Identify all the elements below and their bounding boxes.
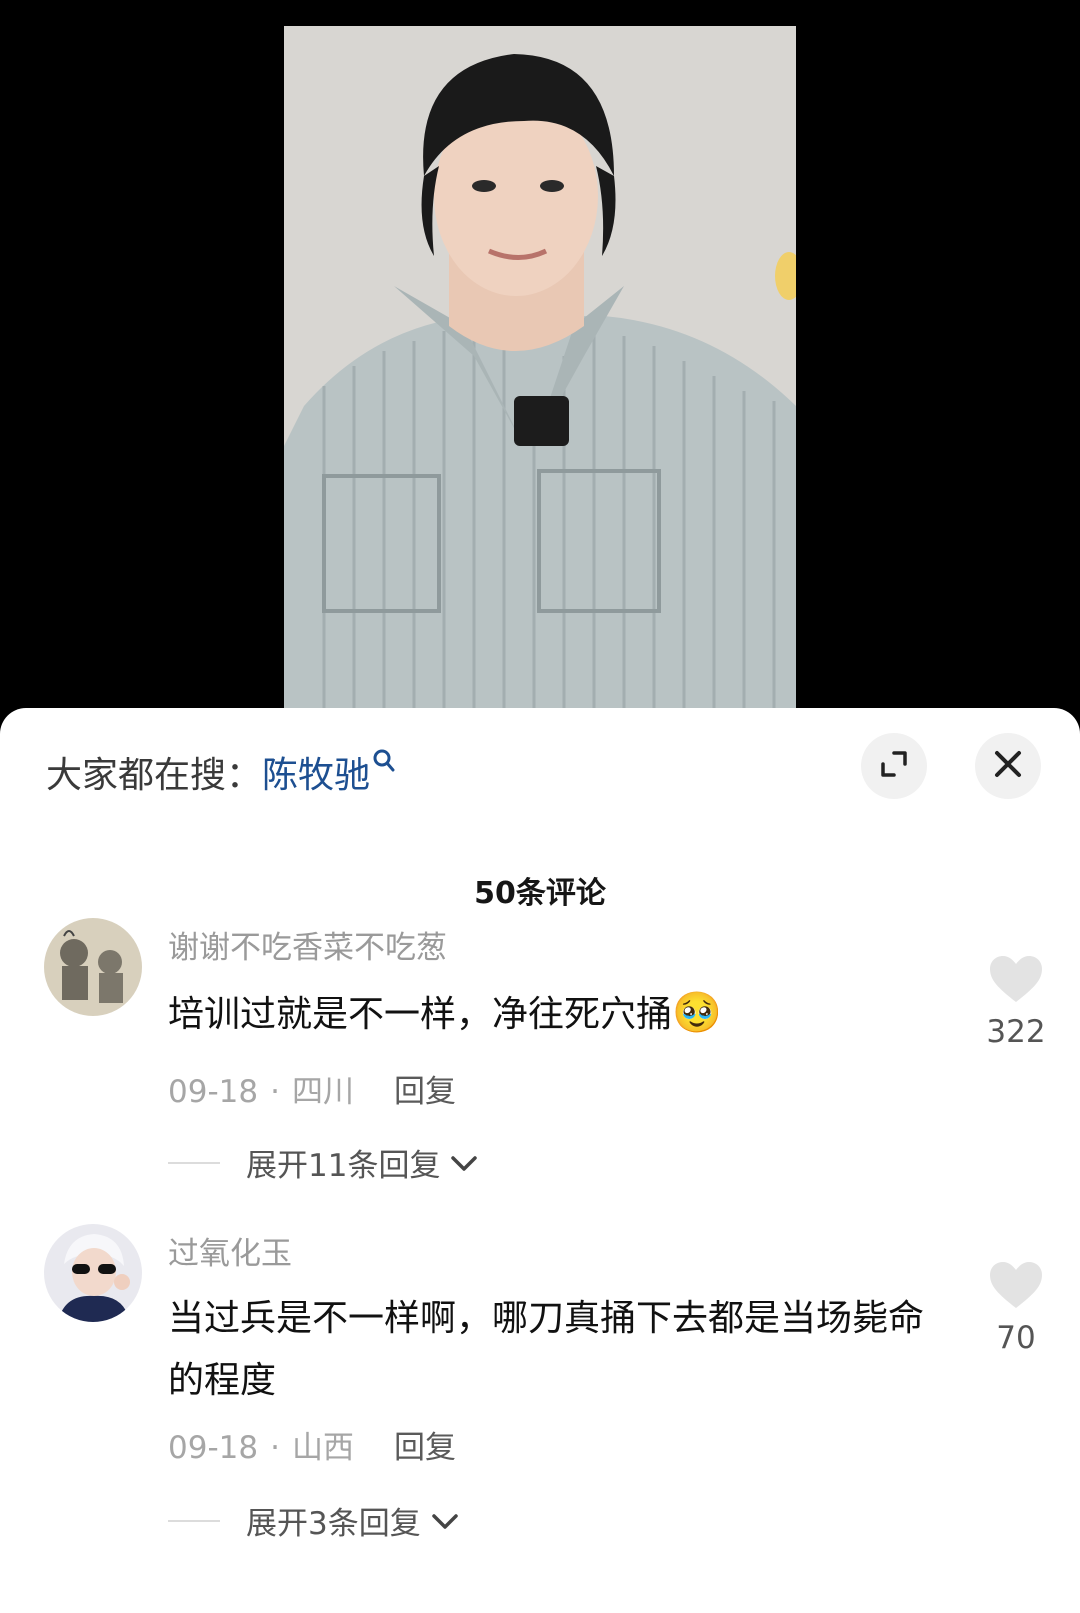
emoji: 🥹 [672,990,722,1036]
like-count: 70 [996,1320,1036,1356]
video-person-illustration [284,26,796,720]
trending-term[interactable]: 陈牧驰 [262,755,370,796]
chevron-down-icon [431,1503,459,1539]
comment-date: 09-18 [168,1430,259,1466]
comment-meta: 09-18 · 四川 回复 [168,1074,456,1110]
trending-search[interactable]: 大家都在搜：陈牧驰 [46,746,396,798]
like-button[interactable]: 322 [980,954,1052,1050]
expand-replies-label: 展开3条回复 [246,1506,421,1542]
comment-location: 山西 [291,1430,354,1466]
like-button[interactable]: 70 [980,1260,1052,1356]
comments-sheet: 大家都在搜：陈牧驰 50条评论 谢谢不吃香菜不吃葱 培训过就是不一样，净往死穴捅… [0,708,1080,1613]
expand-replies[interactable]: 展开3条回复 [168,1498,459,1543]
reply-button[interactable]: 回复 [394,1430,456,1466]
expand-replies-label: 展开11条回复 [246,1148,441,1184]
comment-date: 09-18 [168,1074,259,1110]
video-player[interactable] [0,0,1080,720]
trending-prefix: 大家都在搜： [46,755,263,796]
expand-button[interactable] [861,733,927,799]
comment-item: 谢谢不吃香菜不吃葱 培训过就是不一样，净往死穴捅🥹 09-18 · 四川 回复 322… [0,918,1080,1218]
comment-username[interactable]: 谢谢不吃香菜不吃葱 [168,922,447,967]
avatar[interactable] [44,918,142,1016]
comments-count-title: 50条评论 [474,876,606,911]
divider-line [168,1161,220,1164]
expand-icon [877,747,911,785]
divider-line [168,1519,220,1522]
avatar[interactable] [44,1224,142,1322]
video-frame[interactable] [284,26,796,720]
heart-icon [988,1262,1044,1314]
close-icon [992,748,1024,784]
expand-replies[interactable]: 展开11条回复 [168,1140,478,1185]
comment-text: 培训过就是不一样，净往死穴捅🥹 [168,982,948,1046]
heart-icon [988,956,1044,1008]
comment-text: 当过兵是不一样啊，哪刀真捅下去都是当场毙命的程度 [168,1298,925,1401]
comment-username[interactable]: 过氧化玉 [168,1228,292,1273]
comment-meta: 09-18 · 山西 回复 [168,1430,456,1466]
close-button[interactable] [975,733,1041,799]
comment-body: 培训过就是不一样，净往死穴捅 [168,994,673,1035]
like-count: 322 [986,1014,1046,1050]
chevron-down-icon [450,1145,478,1181]
comment-location: 四川 [291,1074,354,1110]
search-icon [372,742,396,783]
comment-item: 过氧化玉 当过兵是不一样啊，哪刀真捅下去都是当场毙命的程度 09-18 · 山西 回复… [0,1224,1080,1604]
reply-button[interactable]: 回复 [394,1074,456,1110]
